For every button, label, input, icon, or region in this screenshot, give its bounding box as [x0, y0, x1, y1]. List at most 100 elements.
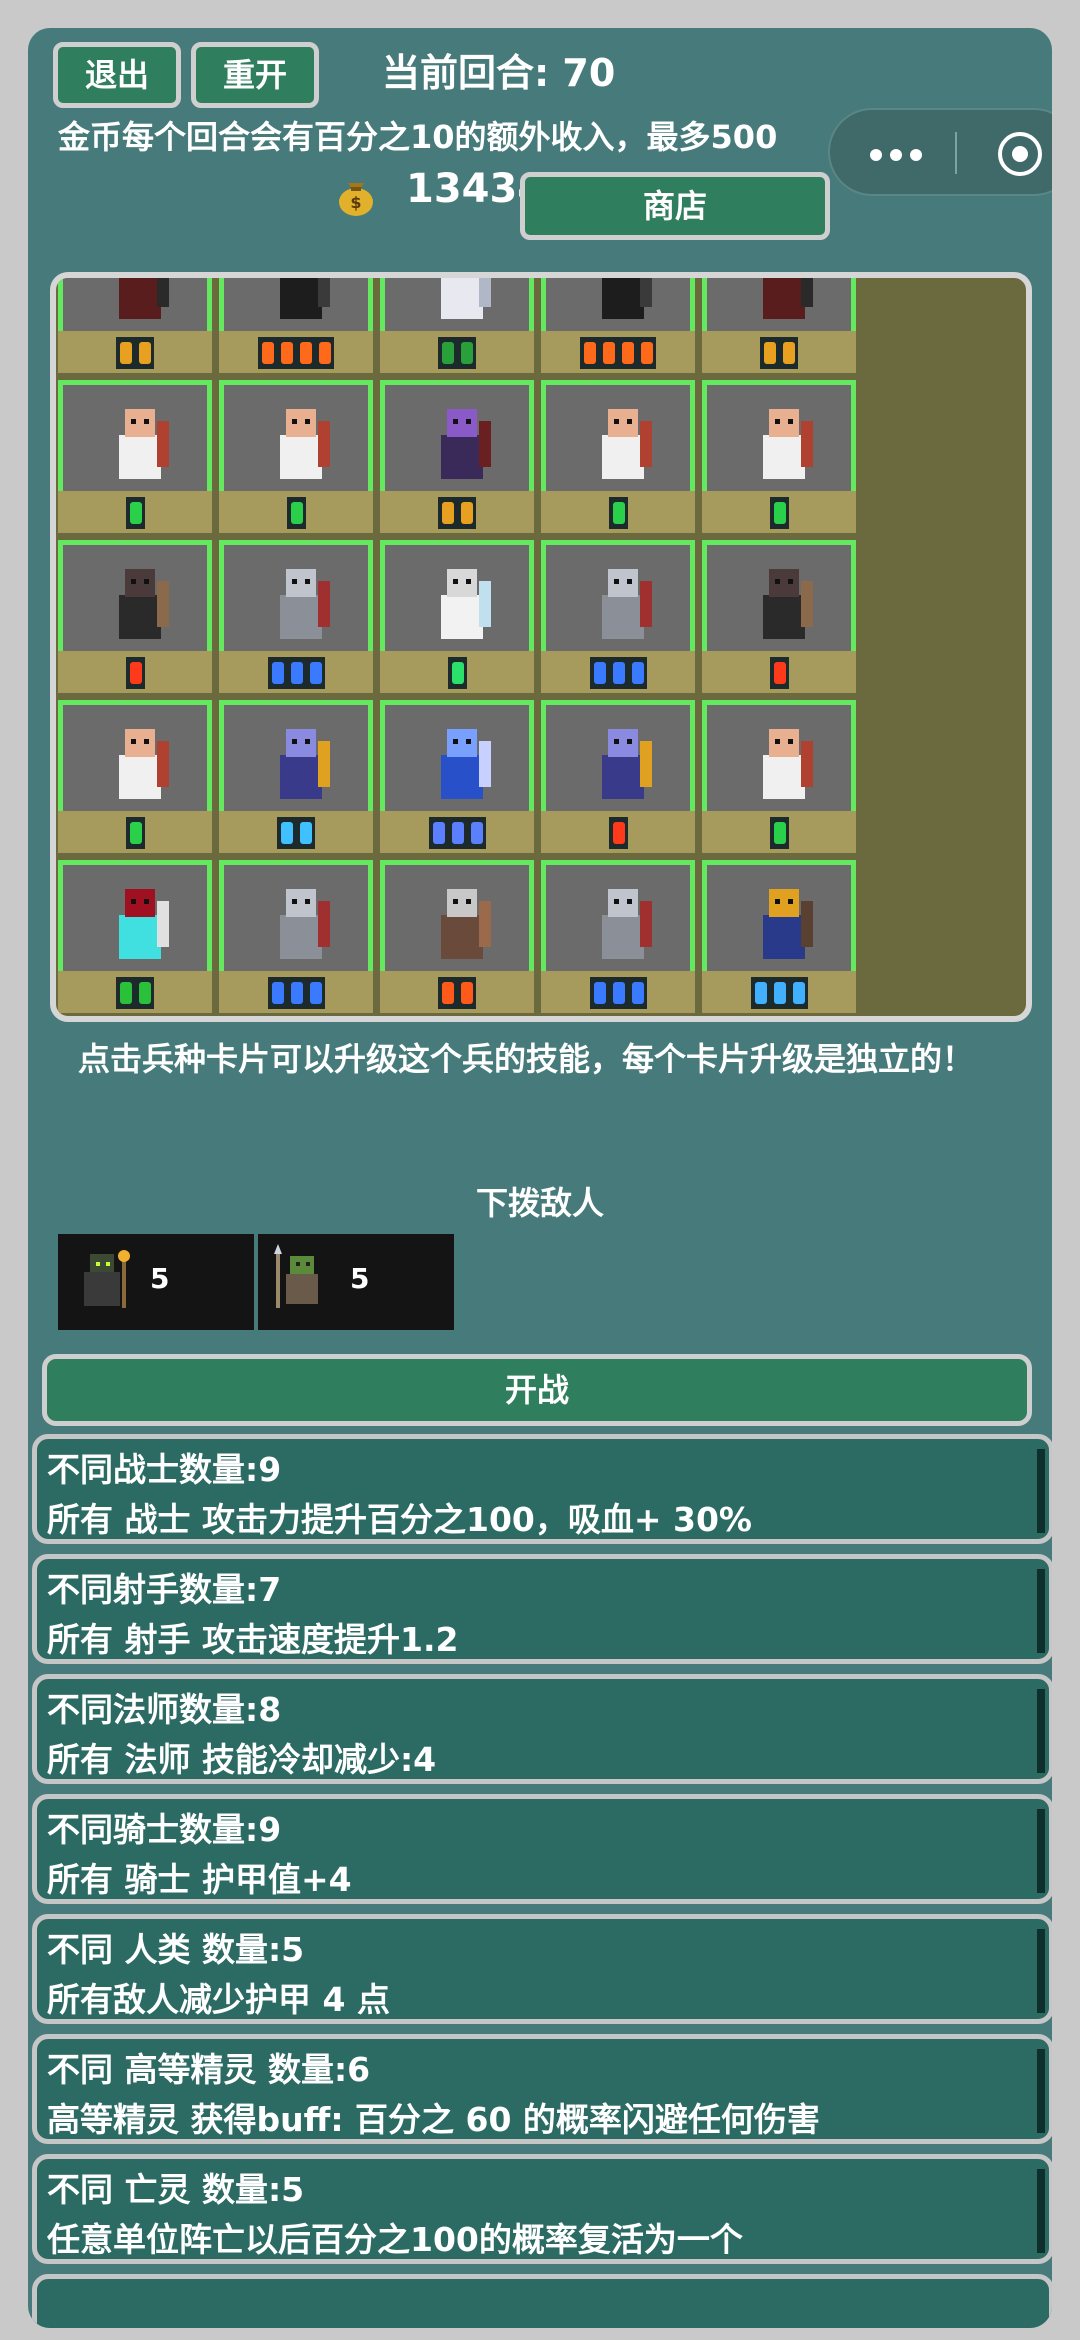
income-note: 金币每个回合会有百分之10的额外收入，最多500: [58, 118, 778, 156]
skill-bar: [702, 491, 856, 533]
lightning-icon: [277, 817, 315, 849]
shop-button[interactable]: 商店: [520, 172, 830, 240]
skill-bar: [380, 331, 534, 373]
synergy-card: 不同法师数量:8 所有 法师 技能冷却减少:4: [32, 1674, 1052, 1784]
heal-cross-icon: [286, 497, 306, 529]
round-counter: 当前回合: 70: [382, 51, 616, 95]
unit-card-white-priest[interactable]: [702, 380, 856, 533]
close-target-icon[interactable]: [998, 132, 1042, 176]
blue-dragon-icon: [441, 729, 491, 799]
restart-button[interactable]: 重开: [191, 42, 319, 108]
white-priest-icon: [763, 729, 813, 799]
skill-bar: [58, 811, 212, 853]
skill-bar: [702, 651, 856, 693]
skull-icon: [116, 977, 154, 1009]
white-priest-icon: [763, 409, 813, 479]
skill-bar: [702, 811, 856, 853]
unit-card-white-priest[interactable]: [58, 700, 212, 853]
heal-cross-icon: [125, 497, 145, 529]
blue-wizard-icon: [763, 889, 813, 959]
unit-card-purple-wizard[interactable]: [541, 700, 695, 853]
unit-card-white-priest[interactable]: [702, 700, 856, 853]
skill-bar: [541, 491, 695, 533]
unit-card-armored-axeman[interactable]: [541, 540, 695, 693]
fire-icon: [769, 657, 789, 689]
unit-card-spectral-ghost[interactable]: [58, 860, 212, 1013]
dark-eye-icon: [258, 337, 334, 369]
coin-bag-symbol: $: [350, 193, 361, 212]
strength-icon: [760, 337, 798, 369]
unit-card-armored-axeman[interactable]: [541, 860, 695, 1013]
synergy-title: 不同 高等精灵 数量:6: [47, 2050, 371, 2089]
unit-card-armored-axeman[interactable]: [219, 860, 373, 1013]
unit-card-purple-mage-lord[interactable]: [380, 380, 534, 533]
synergy-title: 不同法师数量:8: [47, 1690, 282, 1729]
skill-bar: [58, 491, 212, 533]
white-priest-icon: [280, 409, 330, 479]
white-priest-icon: [119, 409, 169, 479]
unit-card-black-werewolf[interactable]: [58, 540, 212, 693]
unit-card-winged-angel[interactable]: [380, 278, 534, 373]
purple-wizard-icon: [602, 729, 652, 799]
unit-card-white-priest[interactable]: [541, 380, 695, 533]
armored-axeman-icon: [602, 569, 652, 639]
enemy-card-1: 5: [58, 1234, 254, 1330]
unit-card-armored-axeman[interactable]: [219, 540, 373, 693]
green-goblin-spearman-icon: [274, 1244, 318, 1308]
unit-card-white-priest[interactable]: [58, 380, 212, 533]
skill-bar: [541, 651, 695, 693]
unit-card-mounted-knight[interactable]: [380, 860, 534, 1013]
strength-icon: [116, 337, 154, 369]
unit-card-grim-reaper[interactable]: [219, 278, 373, 373]
unit-card-vampire-lord[interactable]: [58, 278, 212, 373]
grim-reaper-icon: [602, 278, 652, 319]
synergy-card: 不同 亡灵 数量:5 任意单位阵亡以后百分之100的概率复活为一个: [32, 2154, 1052, 2264]
spectral-ghost-icon: [119, 889, 169, 959]
synergy-title: 不同 亡灵 数量:5: [47, 2170, 305, 2209]
unit-card-grid[interactable]: [50, 272, 1032, 1022]
unit-card-vampire-lord[interactable]: [702, 278, 856, 373]
synergy-title: 不同战士数量:9: [47, 1450, 282, 1489]
synergy-description: 任意单位阵亡以后百分之100的概率复活为一个: [47, 2220, 743, 2259]
skill-bar: [219, 811, 373, 853]
synergy-card: 不同 人类 数量:5 所有敌人减少护甲 4 点: [32, 1914, 1052, 2024]
exit-button[interactable]: 退出: [53, 42, 181, 108]
flame-icon: [438, 977, 476, 1009]
armored-axeman-icon: [602, 889, 652, 959]
start-battle-button[interactable]: 开战: [42, 1354, 1032, 1426]
more-menu-icon[interactable]: [870, 146, 950, 162]
skill-bar: [219, 331, 373, 373]
skill-bar: [380, 651, 534, 693]
unit-card-black-werewolf[interactable]: [702, 540, 856, 693]
unit-card-white-angel[interactable]: [380, 540, 534, 693]
unit-card-white-priest[interactable]: [219, 380, 373, 533]
coin-bag-icon: $: [339, 183, 373, 216]
heal-cross-icon: [769, 497, 789, 529]
storm-icon: [428, 817, 486, 849]
vampire-lord-icon: [763, 278, 813, 319]
skill-bar: [58, 971, 212, 1013]
synergy-description: 所有 射手 攻击速度提升1.2: [47, 1620, 459, 1659]
skill-bar: [541, 811, 695, 853]
synergy-title: 不同 人类 数量:5: [47, 1930, 305, 1969]
mini-program-capsule: [828, 108, 1052, 196]
unit-card-purple-wizard[interactable]: [219, 700, 373, 853]
enemy-card-2: 5: [258, 1234, 454, 1330]
fire-icon: [125, 657, 145, 689]
purple-mage-lord-icon: [441, 409, 491, 479]
synergy-card: 不同骑士数量:9 所有 骑士 护甲值+4: [32, 1794, 1052, 1904]
unit-card-grim-reaper[interactable]: [541, 278, 695, 373]
winged-angel-icon: [441, 278, 491, 319]
heal-cross-icon: [769, 817, 789, 849]
unit-card-blue-dragon[interactable]: [380, 700, 534, 853]
dark-orc-shaman-icon: [84, 1250, 130, 1308]
armored-axeman-icon: [280, 889, 330, 959]
skill-bar: [541, 331, 695, 373]
synergy-description: 高等精灵 获得buff: 百分之 60 的概率闪避任何伤害: [47, 2100, 820, 2139]
skill-bar: [380, 971, 534, 1013]
strength-icon: [438, 497, 476, 529]
dark-eye-icon: [580, 337, 656, 369]
black-werewolf-icon: [763, 569, 813, 639]
unit-card-blue-wizard[interactable]: [702, 860, 856, 1013]
skill-bar: [702, 971, 856, 1013]
